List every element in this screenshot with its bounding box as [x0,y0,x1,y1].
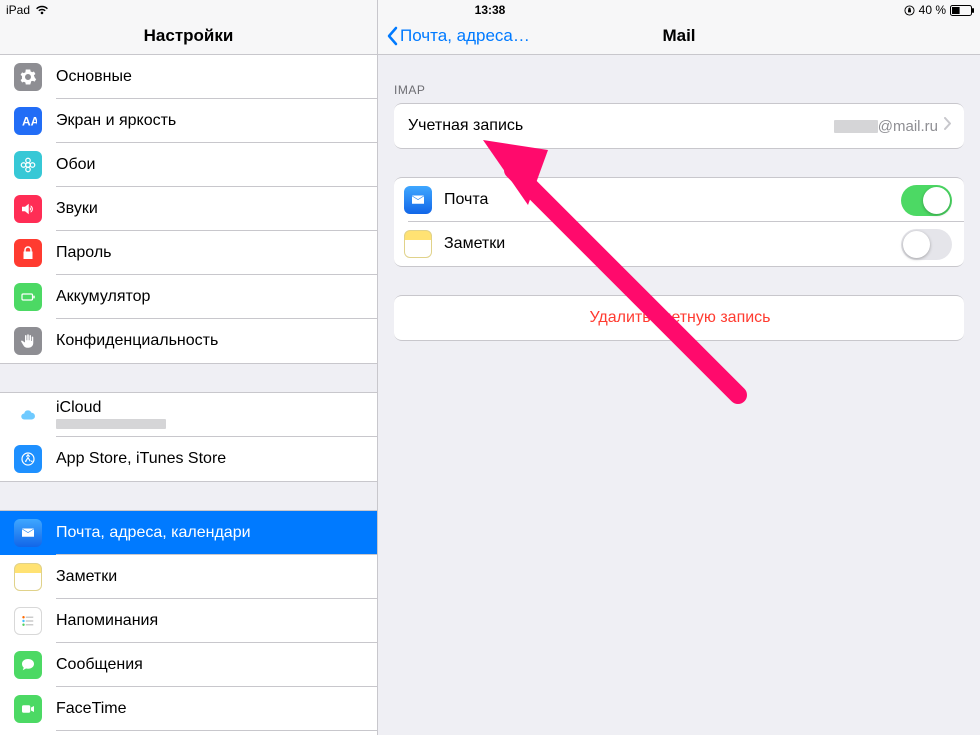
sidebar-item-label: Звуки [56,200,377,218]
status-bar: iPad 13:38 40 % [0,0,980,20]
sidebar-group: Почта, адреса, календари Заметки Напомин… [0,510,377,735]
status-device: iPad [6,3,30,17]
sidebar-item-wallpaper[interactable]: Обои [0,143,377,187]
battery-settings-icon [14,283,42,311]
sidebar-item-sublabel [56,417,166,430]
sidebar-item-label: Заметки [56,568,377,586]
account-label: Учетная запись [408,117,834,135]
detail-pane: Почта, адреса… Mail IMAP Учетная запись … [378,0,980,735]
status-time: 13:38 [475,3,506,17]
sidebar-item-appstore[interactable]: App Store, iTunes Store [0,437,377,481]
cloud-icon [14,401,42,429]
sidebar-item-label: Сообщения [56,656,377,674]
lock-icon [14,239,42,267]
hand-icon [14,327,42,355]
sidebar-group: iCloud App Store, iTunes Store [0,392,377,482]
toggle-label: Заметки [444,235,901,253]
flower-icon [14,151,42,179]
delete-account-button[interactable]: Удалить учетную запись [394,296,964,340]
sidebar-item-label: FaceTime [56,700,377,718]
account-value: @mail.ru [834,118,938,135]
orientation-lock-icon [904,5,915,16]
sidebar-item-notes[interactable]: Заметки [0,555,377,599]
sidebar-item-label: Основные [56,68,377,86]
reminders-icon [14,607,42,635]
svg-text:AA: AA [22,115,37,129]
sidebar-item-label: Почта, адреса, календари [56,524,377,542]
gear-icon [14,63,42,91]
mail-icon [404,186,432,214]
sidebar-item-sounds[interactable]: Звуки [0,187,377,231]
delete-label: Удалить учетную запись [589,309,770,327]
delete-group: Удалить учетную запись [394,295,964,341]
notes-toggle[interactable] [901,229,952,260]
sidebar-item-reminders[interactable]: Напоминания [0,599,377,643]
settings-sidebar: Настройки Основные AA Экран и яркость [0,0,378,735]
sidebar-item-mail[interactable]: Почта, адреса, календари [0,511,377,555]
sidebar-item-label: Экран и яркость [56,112,377,130]
detail-scroll[interactable]: IMAP Учетная запись @mail.ru [378,55,980,735]
toggle-row-mail: Почта [394,178,964,222]
battery-icon [950,5,974,16]
sidebar-item-label: Обои [56,156,377,174]
sidebar-item-battery[interactable]: Аккумулятор [0,275,377,319]
back-button[interactable]: Почта, адреса… [386,26,530,46]
sidebar-item-label: Пароль [56,244,377,262]
sidebar-item-messages[interactable]: Сообщения [0,643,377,687]
toggles-group: Почта Заметки [394,177,964,267]
appstore-icon [14,445,42,473]
sidebar-item-label: iCloud [56,399,166,417]
account-row[interactable]: Учетная запись @mail.ru [394,104,964,148]
sun-text-icon: AA [14,107,42,135]
speaker-icon [14,195,42,223]
back-label: Почта, адреса… [400,26,530,46]
sidebar-item-label: Напоминания [56,612,377,630]
messages-icon [14,651,42,679]
sidebar-item-passcode[interactable]: Пароль [0,231,377,275]
section-header-imap: IMAP [378,65,980,103]
sidebar-item-icloud[interactable]: iCloud [0,393,377,437]
toggle-row-notes: Заметки [394,222,964,266]
notes-icon [404,230,432,258]
chevron-left-icon [386,26,398,46]
sidebar-title: Настройки [144,26,234,46]
sidebar-item-label: Конфиденциальность [56,332,377,350]
sidebar-group: Основные AA Экран и яркость Обои [0,55,377,364]
mail-toggle[interactable] [901,185,952,216]
sidebar-scroll[interactable]: Основные AA Экран и яркость Обои [0,55,377,735]
sidebar-item-display[interactable]: AA Экран и яркость [0,99,377,143]
toggle-label: Почта [444,191,901,209]
detail-title: Mail [662,26,695,46]
notes-icon [14,563,42,591]
status-battery-text: 40 % [919,3,946,17]
facetime-icon [14,695,42,723]
sidebar-item-facetime[interactable]: FaceTime [0,687,377,731]
sidebar-item-label: App Store, iTunes Store [56,450,377,468]
sidebar-item-general[interactable]: Основные [0,55,377,99]
account-group: Учетная запись @mail.ru [394,103,964,149]
sidebar-item-privacy[interactable]: Конфиденциальность [0,319,377,363]
chevron-right-icon [944,117,952,135]
sidebar-item-label: Аккумулятор [56,288,377,306]
sidebar-item-maps[interactable]: Карты [0,731,377,735]
wifi-icon [35,5,49,15]
mail-icon [14,519,42,547]
